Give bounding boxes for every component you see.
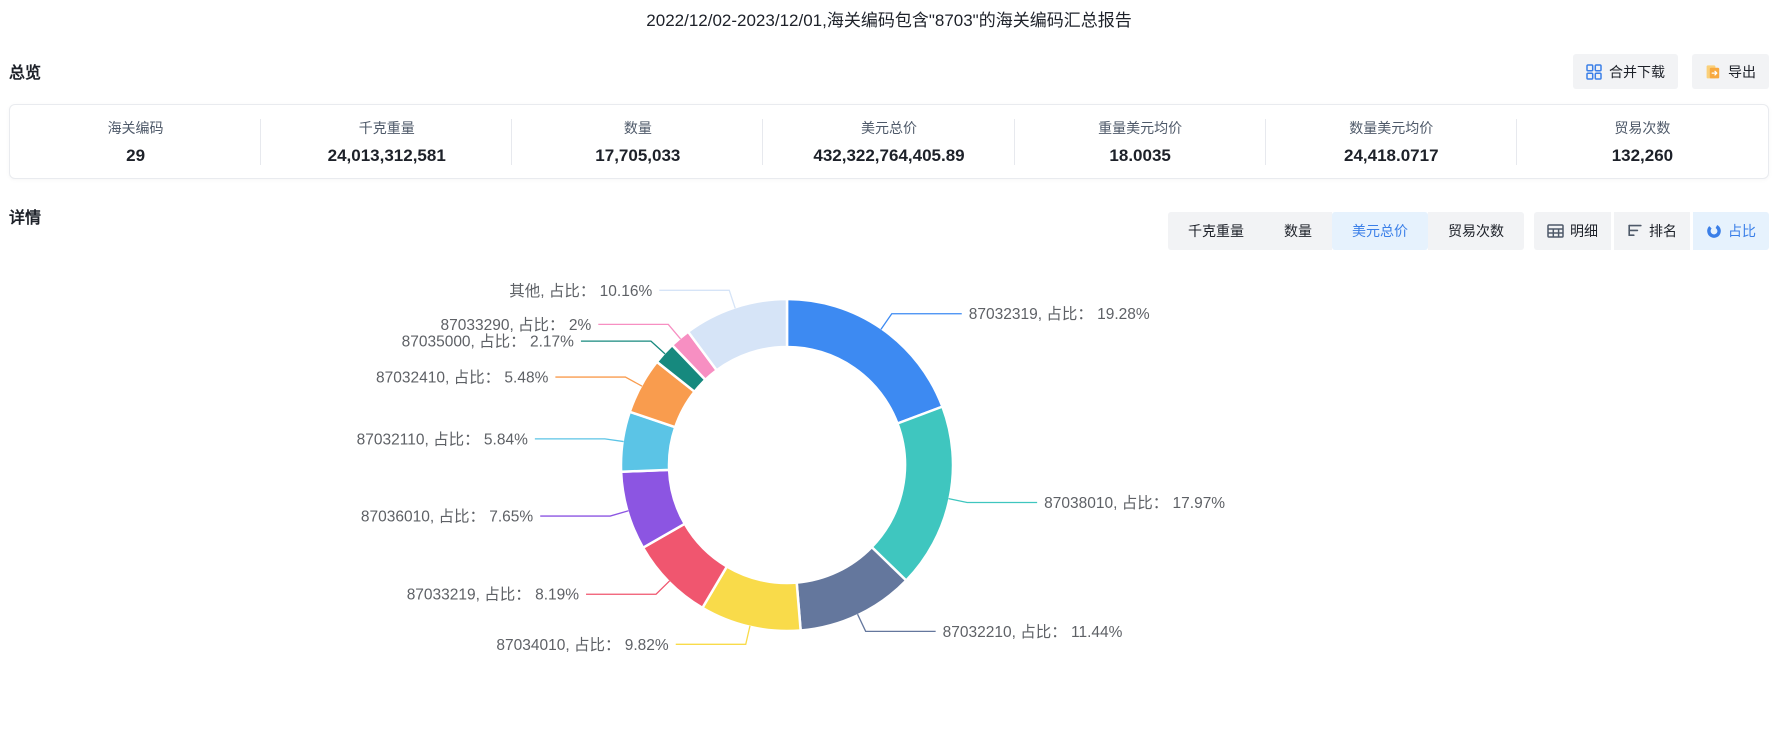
pie-slice-87032319[interactable]	[785, 297, 944, 425]
pie-leader-line-87035000	[580, 340, 666, 355]
pie-label-87033290: 87033290, 占比： 2%	[440, 316, 591, 334]
stat-value: 432,322,764,405.89	[813, 145, 965, 165]
stat-value: 24,013,312,581	[327, 145, 446, 165]
overview-heading: 总览	[9, 65, 42, 82]
stat-col-7: 贸易次数 132,260	[1517, 118, 1768, 166]
pie-leader-line-其他	[659, 289, 736, 309]
pie-leader-line-87032110	[534, 438, 624, 443]
report-page: 2022/12/02-2023/12/01,海关编码包含"8703"的海关编码汇…	[0, 0, 1778, 735]
stat-label: 数量	[623, 119, 652, 136]
view-tabs: 明细 排名 占比	[1534, 212, 1769, 250]
metric-tabs: 千克重量 数量 美元总价 贸易次数	[1168, 212, 1524, 250]
action-button-label: 合并下载	[1609, 63, 1665, 80]
donut-chart: 87032319, 占比： 19.28% 87038010, 占比： 17.97%…	[0, 250, 1778, 735]
page-title: 2022/12/02-2023/12/01,海关编码包含"8703"的海关编码汇…	[646, 11, 1132, 30]
table-icon	[1547, 223, 1564, 239]
metric-tab-1[interactable]: 千克重量	[1168, 212, 1264, 250]
stat-col-5: 重量美元均价 18.0035	[1015, 118, 1266, 166]
pie-label-87033219: 87033219, 占比： 8.19%	[407, 586, 580, 604]
stat-label: 重量美元均价	[1098, 119, 1183, 136]
metric-tab-2[interactable]: 数量	[1264, 212, 1332, 250]
stat-value: 24,418.0717	[1344, 145, 1439, 165]
pie-leader-line-87033290	[598, 323, 682, 340]
pie-leader-line-87032410	[555, 376, 643, 387]
pie-label-87034010: 87034010, 占比： 9.82%	[496, 636, 669, 654]
ranking-icon	[1627, 223, 1643, 239]
stat-value: 18.0035	[1109, 145, 1171, 165]
pie-label-87032319: 87032319, 占比： 19.28%	[969, 305, 1150, 323]
pie-label-其他: 其他, 占比： 10.16%	[509, 282, 652, 300]
stat-label: 数量美元均价	[1349, 119, 1434, 136]
stat-value: 132,260	[1611, 145, 1674, 165]
pie-label-87035000: 87035000, 占比： 2.17%	[402, 333, 575, 351]
stat-col-4: 美元总价 432,322,764,405.89	[763, 118, 1014, 166]
stat-value: 29	[126, 145, 146, 165]
metric-tab-3[interactable]: 美元总价	[1332, 212, 1428, 250]
pie-leader-line-87033219	[586, 580, 671, 595]
stat-col-1: 海关编码 29	[10, 118, 261, 166]
overview-actions: 合并下载 导出	[1573, 54, 1769, 89]
view-tab-3[interactable]: 占比	[1693, 212, 1769, 250]
pie-label-87038010: 87038010, 占比： 17.97%	[1044, 494, 1225, 512]
view-tab-1[interactable]: 明细	[1534, 212, 1611, 250]
donut-chart-svg: 87032319, 占比： 19.28% 87038010, 占比： 17.97%…	[357, 282, 1226, 654]
export-icon	[1705, 64, 1721, 80]
detail-heading: 详情	[9, 210, 42, 227]
pie-leader-line-87034010	[675, 625, 751, 645]
pie-label-87032410: 87032410, 占比： 5.48%	[376, 369, 549, 387]
stat-col-6: 数量美元均价 24,418.0717	[1266, 118, 1517, 166]
pie-label-87036010: 87036010, 占比： 7.65%	[361, 508, 534, 526]
metric-tab-4[interactable]: 贸易次数	[1428, 212, 1524, 250]
detail-controls: 千克重量 数量 美元总价 贸易次数 明细 排名 占比	[1168, 212, 1769, 250]
action-button-label: 导出	[1728, 63, 1756, 80]
pie-leader-line-87038010	[948, 497, 1038, 504]
view-tab-2[interactable]: 排名	[1614, 212, 1690, 250]
merge-download-button[interactable]: 合并下载	[1573, 54, 1678, 89]
export-button[interactable]: 导出	[1692, 54, 1769, 89]
stat-value: 17,705,033	[595, 145, 681, 165]
donut-icon	[1706, 223, 1722, 239]
stat-col-3: 数量 17,705,033	[512, 118, 763, 166]
pie-leader-line-87032210	[856, 613, 936, 632]
view-tab-label: 明细	[1570, 223, 1598, 239]
stat-col-2: 千克重量 24,013,312,581	[261, 118, 512, 166]
view-tab-label: 排名	[1649, 223, 1677, 239]
merge-download-icon	[1586, 63, 1602, 80]
pie-leader-line-87036010	[540, 510, 629, 517]
stat-label: 千克重量	[358, 119, 415, 136]
pie-label-87032210: 87032210, 占比： 11.44%	[943, 623, 1123, 641]
pie-label-87032110: 87032110, 占比： 5.84%	[357, 430, 528, 448]
pie-slice-87038010[interactable]	[870, 405, 955, 582]
stat-label: 海关编码	[107, 119, 164, 136]
stat-label: 美元总价	[860, 119, 917, 136]
pie-leader-line-87032319	[880, 313, 962, 330]
view-tab-label: 占比	[1728, 223, 1756, 239]
overview-stats-card: 海关编码 29 千克重量 24,013,312,581 数量 17,705,033 美元总价…	[9, 104, 1769, 179]
stat-label: 贸易次数	[1614, 119, 1671, 136]
